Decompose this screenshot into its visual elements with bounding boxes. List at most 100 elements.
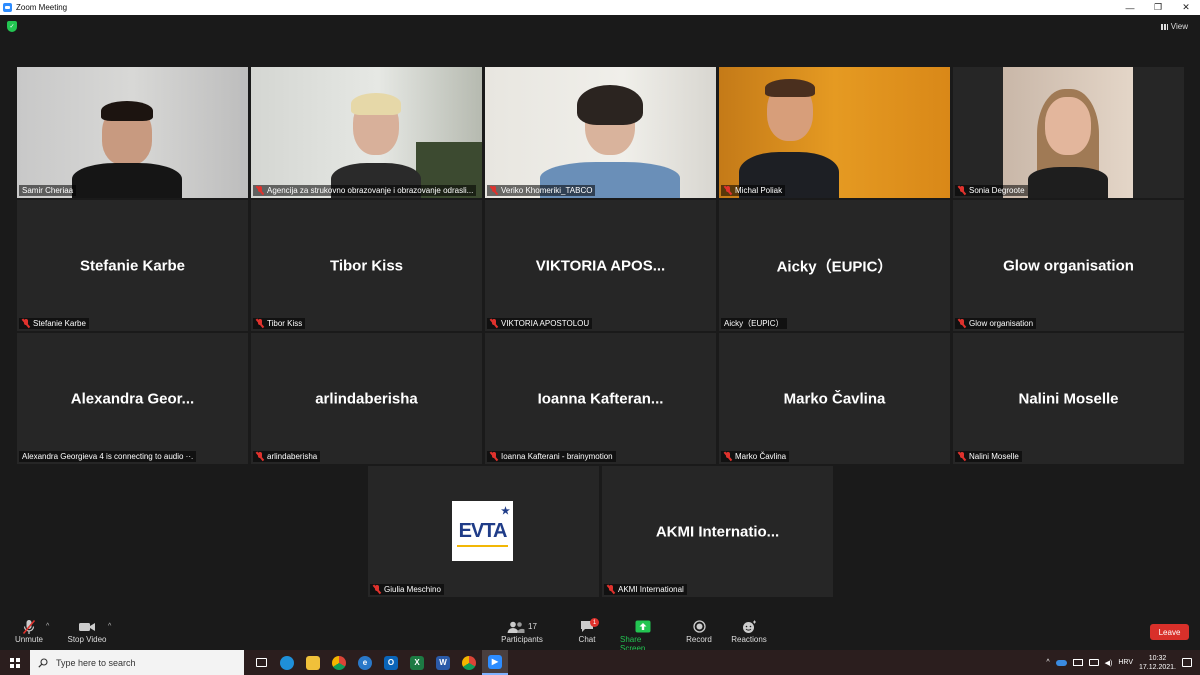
taskbar-app-zoom[interactable]: ▶ (482, 650, 508, 675)
share-screen-button[interactable]: Share Screen (620, 618, 666, 653)
window-titlebar: Zoom Meeting — ❐ ✕ (0, 0, 1200, 15)
taskbar-app-outlook[interactable]: O (378, 650, 404, 675)
participant-display-name: Ioanna Kafteran... (537, 390, 664, 407)
network-icon[interactable] (1088, 659, 1099, 666)
participant-name-label: Tibor Kiss (253, 318, 306, 329)
muted-mic-icon (256, 452, 264, 461)
taskbar-app-file-explorer[interactable] (300, 650, 326, 675)
chrome-icon (332, 655, 346, 670)
windows-logo-icon (10, 657, 20, 668)
participant-name-label: Nalini Moselle (955, 451, 1022, 462)
participant-name-label: Glow organisation (955, 318, 1037, 329)
participant-tile[interactable]: Tibor Kiss Tibor Kiss (251, 200, 482, 331)
leave-button[interactable]: Leave (1150, 624, 1189, 640)
chat-badge: 1 (590, 618, 599, 627)
windows-taskbar: Type here to search e O X W ▶ ^ ◀) HRV 1… (0, 650, 1200, 675)
participant-display-name: VIKTORIA APOS... (535, 257, 666, 274)
task-view-button[interactable] (248, 650, 274, 675)
meeting-toolbar: Unmute ^ Stop Video ^ 17 Participants 1 … (0, 618, 1200, 653)
participant-name-label: Agencija za strukovno obrazovanje i obra… (253, 185, 477, 196)
stop-video-button[interactable]: Stop Video (67, 618, 107, 644)
muted-mic-icon (958, 186, 966, 195)
participant-display-name: arlindaberisha (315, 390, 418, 407)
speaker-icon[interactable]: ◀) (1105, 659, 1113, 667)
evta-logo: EVTA ★ (452, 501, 513, 561)
stop-video-label: Stop Video (67, 635, 107, 644)
participant-name-label: Alexandra Georgieva 4 is connecting to a… (19, 451, 197, 462)
participant-tile[interactable]: Agencija za strukovno obrazovanje i obra… (251, 67, 482, 198)
taskbar-app-edge[interactable] (274, 650, 300, 675)
audio-options-caret-icon[interactable]: ^ (46, 623, 49, 630)
clock[interactable]: 10:32 17.12.2021. (1139, 654, 1176, 672)
taskbar-app-excel[interactable]: X (404, 650, 430, 675)
person-face (1045, 97, 1091, 155)
participant-tile[interactable]: Veriko Khomeriki_TABCO (485, 67, 716, 198)
participant-tile[interactable]: Samir Cheriaa (17, 67, 248, 198)
participant-name-label: arlindaberisha (253, 451, 321, 462)
muted-mic-icon (490, 319, 498, 328)
notifications-icon[interactable] (1182, 658, 1192, 667)
unmute-button[interactable]: Unmute (14, 618, 44, 644)
minimize-button[interactable]: — (1116, 0, 1144, 15)
battery-icon[interactable] (1072, 659, 1083, 666)
share-screen-icon (635, 618, 651, 635)
zoom-icon: ▶ (488, 654, 502, 669)
participant-name-label: Aicky（EUPIC） (721, 318, 787, 329)
person-hair (765, 79, 815, 97)
taskbar-search-box[interactable]: Type here to search (30, 650, 244, 675)
start-button[interactable] (0, 650, 30, 675)
participant-display-name: Stefanie Karbe (79, 257, 186, 274)
restore-button[interactable]: ❐ (1144, 0, 1172, 15)
participant-display-name: Aicky（EUPIC） (776, 258, 893, 275)
taskbar-app-chrome-2[interactable] (456, 650, 482, 675)
participant-tile[interactable]: VIKTORIA APOS... VIKTORIA APOSTOLOU (485, 200, 716, 331)
participant-name-label: Samir Cheriaa (19, 185, 77, 196)
taskbar-app-word[interactable]: W (430, 650, 456, 675)
record-button[interactable]: Record (685, 618, 713, 644)
participant-name-label: Sonia Degroote (955, 185, 1028, 196)
participant-name-label: Marko Čavlina (721, 451, 790, 462)
person-hair (577, 85, 643, 125)
participant-tile[interactable]: Stefanie Karbe Stefanie Karbe (17, 200, 248, 331)
participants-button[interactable]: 17 Participants (501, 618, 543, 644)
participant-tile[interactable]: Alexandra Geor... Alexandra Georgieva 4 … (17, 333, 248, 464)
clock-date: 17.12.2021. (1139, 663, 1176, 671)
language-indicator[interactable]: HRV (1118, 659, 1133, 666)
taskbar-app-chrome[interactable] (326, 650, 352, 675)
unmute-label: Unmute (14, 635, 43, 644)
participant-tile[interactable]: arlindaberisha arlindaberisha (251, 333, 482, 464)
muted-mic-icon (256, 319, 264, 328)
participant-name-label: Stefanie Karbe (19, 318, 89, 329)
participant-display-name: AKMI Internatio... (655, 523, 780, 540)
participant-tile[interactable]: Sonia Degroote (953, 67, 1184, 198)
taskbar-app-internet-explorer[interactable]: e (352, 650, 378, 675)
participant-tile[interactable]: Marko Čavlina Marko Čavlina (719, 333, 950, 464)
muted-mic-icon (22, 319, 30, 328)
reactions-button[interactable]: Reactions (731, 618, 767, 644)
encryption-shield-icon[interactable]: ✓ (7, 21, 17, 32)
video-options-caret-icon[interactable]: ^ (108, 623, 111, 630)
person-hair (101, 101, 153, 121)
word-icon: W (436, 655, 450, 670)
close-button[interactable]: ✕ (1172, 0, 1200, 15)
participant-tile[interactable]: Glow organisation Glow organisation (953, 200, 1184, 331)
participant-name-label: Michal Poliak (721, 185, 786, 196)
participant-tile[interactable]: Michal Poliak (719, 67, 950, 198)
participant-name-label: Veriko Khomeriki_TABCO (487, 185, 596, 196)
onedrive-icon[interactable] (1055, 659, 1067, 666)
muted-mic-icon (490, 186, 498, 195)
participant-tile[interactable]: Nalini Moselle Nalini Moselle (953, 333, 1184, 464)
participants-icon: 17 (507, 618, 537, 635)
participant-tile[interactable]: Ioanna Kafteran... Ioanna Kafterani - br… (485, 333, 716, 464)
chat-label: Chat (578, 635, 596, 644)
participant-tile[interactable]: EVTA ★ Giulia Meschino (368, 466, 599, 597)
view-button[interactable]: View (1160, 22, 1188, 31)
chat-button[interactable]: 1 Chat (575, 618, 599, 644)
internet-explorer-icon: e (358, 655, 372, 670)
system-tray: ^ ◀) HRV 10:32 17.12.2021. (1046, 650, 1200, 675)
participant-name-label: Ioanna Kafterani - brainymotion (487, 451, 616, 462)
show-hidden-icons-icon[interactable]: ^ (1046, 659, 1049, 666)
participant-tile[interactable]: Aicky（EUPIC） Aicky（EUPIC） (719, 200, 950, 331)
participant-display-name: Glow organisation (1003, 257, 1134, 274)
participant-tile[interactable]: AKMI Internatio... AKMI International (602, 466, 833, 597)
